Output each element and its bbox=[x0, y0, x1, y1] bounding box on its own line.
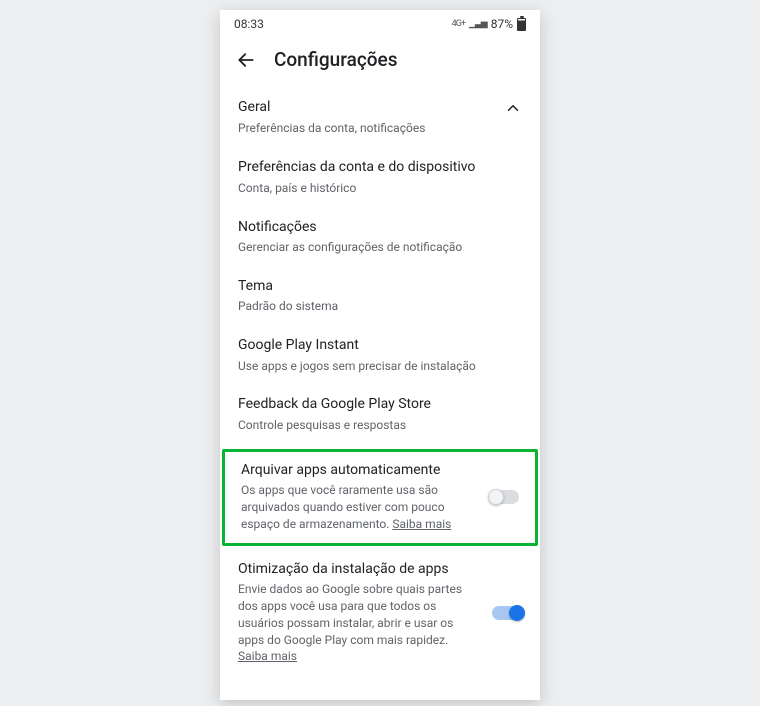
item-play-instant-title: Google Play Instant bbox=[238, 337, 512, 355]
item-auto-archive-title: Arquivar apps automaticamente bbox=[241, 462, 479, 480]
battery-percent: 87% bbox=[491, 17, 513, 31]
item-auto-archive-subtitle: Os apps que você raramente usa são arqui… bbox=[241, 482, 479, 532]
phone-screen: 08:33 4G+ ▁▃▅ 87% Configurações Geral Pr… bbox=[220, 10, 540, 700]
auto-archive-learn-more-link[interactable]: Saiba mais bbox=[392, 517, 451, 531]
back-arrow-icon[interactable] bbox=[236, 50, 256, 70]
battery-icon bbox=[517, 18, 526, 31]
auto-archive-toggle[interactable] bbox=[489, 490, 519, 504]
item-feedback-title: Feedback da Google Play Store bbox=[238, 396, 512, 414]
item-feedback-subtitle: Controle pesquisas e respostas bbox=[238, 417, 512, 434]
item-account-prefs-title: Preferências da conta e do dispositivo bbox=[238, 159, 512, 177]
page-title: Configurações bbox=[274, 48, 397, 71]
signal-icon: ▁▃▅ bbox=[469, 19, 487, 29]
item-install-optimization[interactable]: Otimização da instalação de apps Envie d… bbox=[220, 550, 540, 676]
network-indicator-icon: 4G+ bbox=[452, 19, 465, 29]
section-general[interactable]: Geral Preferências da conta, notificaçõe… bbox=[220, 87, 540, 148]
item-play-instant-subtitle: Use apps e jogos sem precisar de instala… bbox=[238, 358, 512, 375]
status-bar: 08:33 4G+ ▁▃▅ 87% bbox=[220, 10, 540, 38]
install-optimization-toggle[interactable] bbox=[492, 606, 522, 620]
settings-content: Geral Preferências da conta, notificaçõe… bbox=[220, 83, 540, 676]
item-install-optimization-subtitle-text: Envie dados ao Google sobre quais partes… bbox=[238, 582, 462, 646]
highlight-auto-archive: Arquivar apps automaticamente Os apps qu… bbox=[222, 449, 538, 546]
item-account-prefs[interactable]: Preferências da conta e do dispositivo C… bbox=[220, 148, 540, 207]
toggle-knob bbox=[488, 489, 504, 505]
item-theme[interactable]: Tema Padrão do sistema bbox=[220, 267, 540, 326]
item-notifications[interactable]: Notificações Gerenciar as configurações … bbox=[220, 208, 540, 267]
item-feedback[interactable]: Feedback da Google Play Store Controle p… bbox=[220, 385, 540, 444]
item-theme-subtitle: Padrão do sistema bbox=[238, 298, 512, 315]
section-general-subtitle: Preferências da conta, notificações bbox=[238, 120, 496, 137]
item-auto-archive[interactable]: Arquivar apps automaticamente Os apps qu… bbox=[225, 452, 535, 543]
section-general-title: Geral bbox=[238, 99, 496, 117]
item-install-optimization-subtitle: Envie dados ao Google sobre quais partes… bbox=[238, 581, 482, 665]
item-account-prefs-subtitle: Conta, país e histórico bbox=[238, 180, 512, 197]
item-install-optimization-title: Otimização da instalação de apps bbox=[238, 561, 482, 579]
status-right: 4G+ ▁▃▅ 87% bbox=[452, 17, 526, 31]
app-bar: Configurações bbox=[220, 38, 540, 83]
item-notifications-title: Notificações bbox=[238, 219, 512, 237]
chevron-up-icon bbox=[504, 99, 522, 117]
toggle-knob bbox=[509, 605, 525, 621]
item-notifications-subtitle: Gerenciar as configurações de notificaçã… bbox=[238, 239, 512, 256]
status-time: 08:33 bbox=[234, 17, 264, 31]
item-theme-title: Tema bbox=[238, 278, 512, 296]
item-play-instant[interactable]: Google Play Instant Use apps e jogos sem… bbox=[220, 326, 540, 385]
install-optimization-learn-more-link[interactable]: Saiba mais bbox=[238, 649, 297, 663]
